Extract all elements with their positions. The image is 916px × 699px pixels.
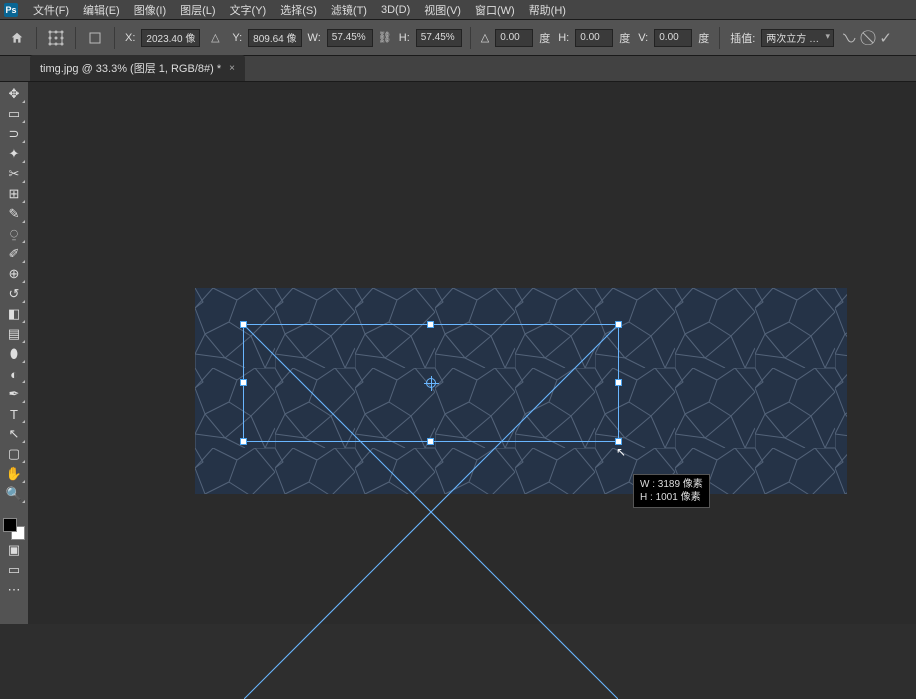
quick-mask-icon[interactable]: ▣ [2,540,26,560]
screen-mode-icon[interactable]: ▭ [2,560,26,580]
h-label: H: [399,32,410,44]
dodge-tool[interactable]: ◐ [2,364,26,384]
commit-transform-icon[interactable]: ✓ [879,29,892,47]
handle-top-left[interactable] [240,321,247,328]
menu-edit[interactable]: 编辑(E) [76,2,127,18]
divider [114,27,115,49]
handle-top-middle[interactable] [427,321,434,328]
tooltip-h-label: H : [640,492,653,503]
tab-bar: timg.jpg @ 33.3% (图层 1, RGB/8#) * × [0,56,916,82]
menu-window[interactable]: 窗口(W) [468,2,522,18]
w-label: W: [308,32,321,44]
workspace: ↖ W : 3189 像素 H : 1001 像素 [28,82,916,624]
document-tab[interactable]: timg.jpg @ 33.3% (图层 1, RGB/8#) * × [30,55,245,81]
reference-point-icon[interactable] [45,27,67,49]
handle-top-right[interactable] [615,321,622,328]
handle-middle-right[interactable] [615,379,622,386]
clone-stamp-tool[interactable]: ⊕ [2,264,26,284]
blur-tool[interactable]: ⬮ [2,344,26,364]
tool-strip: ✥▭⊃✦✂⊞✎⍜✐⊕↺◧▤⬮◐✒T↖▢✋🔍▣▭⋯ [0,82,28,624]
handle-bottom-middle[interactable] [427,438,434,445]
w-field[interactable]: 57.45% [327,29,373,47]
frame-tool[interactable]: ⊞ [2,184,26,204]
divider [75,27,76,49]
h-field[interactable]: 57.45% [416,29,462,47]
transform-bounding-box[interactable]: ↖ [243,324,619,442]
skew-v-field[interactable]: 0.00 [654,29,692,47]
cursor-icon: ↖ [616,445,626,459]
skew-v-unit: 度 [698,30,709,46]
menu-help[interactable]: 帮助(H) [522,2,573,18]
transform-center-icon[interactable] [426,378,436,388]
options-bar: X: 2023.40 像 △ Y: 809.64 像 W: 57.45% ⛓ H… [0,20,916,56]
menu-filter[interactable]: 滤镜(T) [324,2,374,18]
crop-tool[interactable]: ✂ [2,164,26,184]
type-tool[interactable]: T [2,404,26,424]
close-icon[interactable]: × [229,63,235,74]
foreground-color-swatch[interactable] [3,518,17,532]
handle-middle-left[interactable] [240,379,247,386]
brush-tool[interactable]: ✐ [2,244,26,264]
rotation-unit: 度 [539,30,550,46]
interp-label: 插值: [730,30,755,46]
menu-select[interactable]: 选择(S) [273,2,324,18]
y-label: Y: [232,32,242,44]
skew-h-field[interactable]: 0.00 [575,29,613,47]
home-icon[interactable] [6,27,28,49]
handle-bottom-left[interactable] [240,438,247,445]
x-label: X: [125,32,135,44]
warp-icon[interactable] [838,27,860,49]
history-brush-tool[interactable]: ↺ [2,284,26,304]
move-tool[interactable]: ✥ [2,84,26,104]
app-icon: Ps [4,3,18,17]
menu-bar: Ps 文件(F) 编辑(E) 图像(I) 图层(L) 文字(Y) 选择(S) 滤… [0,0,916,20]
eraser-tool[interactable]: ◧ [2,304,26,324]
path-select-tool[interactable]: ↖ [2,424,26,444]
pen-tool[interactable]: ✒ [2,384,26,404]
skew-h-unit: 度 [619,30,630,46]
divider [470,27,471,49]
handle-bottom-right[interactable] [615,438,622,445]
y-field[interactable]: 809.64 像 [248,29,301,47]
tooltip-w-value: 3189 像素 [658,479,703,490]
menu-3d[interactable]: 3D(D) [374,4,417,16]
tooltip-w-label: W : [640,479,655,490]
document-tab-title: timg.jpg @ 33.3% (图层 1, RGB/8#) * [40,60,221,76]
skew-h-label: H: [558,32,569,44]
marquee-tool[interactable]: ▭ [2,104,26,124]
menu-layer[interactable]: 图层(L) [173,2,222,18]
gradient-tool[interactable]: ▤ [2,324,26,344]
divider [36,27,37,49]
rotation-label: △ [481,31,489,44]
rotation-field[interactable]: 0.00 [495,29,533,47]
triangle-y-icon: △ [204,27,226,49]
interp-select[interactable]: 两次立方 … [761,29,834,47]
x-field[interactable]: 2023.40 像 [141,29,200,47]
hand-tool[interactable]: ✋ [2,464,26,484]
menu-view[interactable]: 视图(V) [417,2,468,18]
healing-brush-tool[interactable]: ⍜ [2,224,26,244]
magic-wand-tool[interactable]: ✦ [2,144,26,164]
menu-type[interactable]: 文字(Y) [223,2,274,18]
shape-tool[interactable]: ▢ [2,444,26,464]
color-swatches[interactable] [3,518,25,540]
skew-v-label: V: [638,32,648,44]
relative-position-icon[interactable] [84,27,106,49]
extra-icon[interactable]: ⋯ [2,580,26,600]
zoom-tool[interactable]: 🔍 [2,484,26,504]
eyedropper-tool[interactable]: ✎ [2,204,26,224]
menu-image[interactable]: 图像(I) [127,2,173,18]
tooltip-h-value: 1001 像素 [656,492,701,503]
aspect-link-icon[interactable]: ⛓ [377,30,393,46]
divider [719,27,720,49]
dimension-tooltip: W : 3189 像素 H : 1001 像素 [633,474,710,508]
lasso-tool[interactable]: ⊃ [2,124,26,144]
menu-file[interactable]: 文件(F) [26,2,76,18]
